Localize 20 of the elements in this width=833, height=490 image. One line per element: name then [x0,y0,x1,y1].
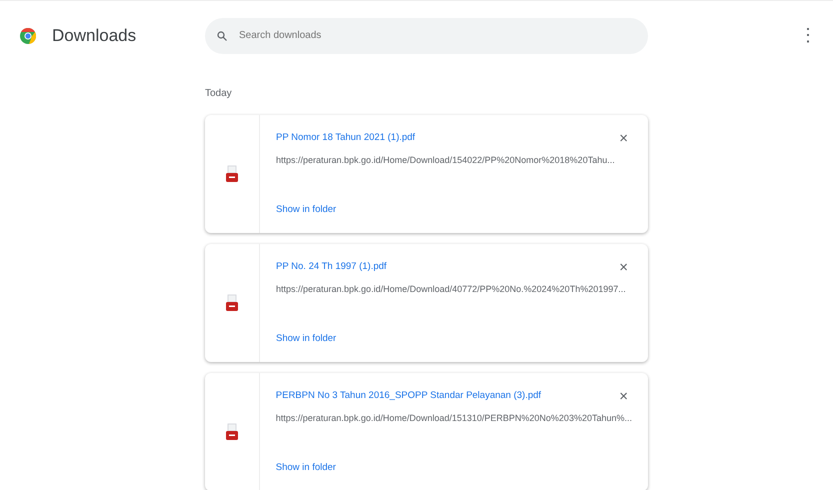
pdf-file-icon [225,294,239,312]
pdf-file-icon [225,165,239,183]
remove-button[interactable]: × [615,131,632,146]
pdf-file-icon [224,423,239,441]
show-in-folder-link[interactable]: Show in folder [276,332,336,344]
file-url: https://peraturan.bpk.go.id/Home/Download/151310/PERBPN%20No%203%20Tahun%... [276,412,632,425]
show-in-folder-link[interactable]: Show in folder [276,204,336,214]
file-name-link[interactable]: PP Nomor 18 Tahun 2021 (1).pdf [276,131,416,146]
show-in-folder-link[interactable]: Show in folder [276,462,336,472]
file-name-link[interactable]: PP No. 24 Th 1997 (1).pdf [276,260,387,274]
more-menu-button[interactable]: ⋮ [795,22,821,49]
search-field[interactable]: Search downloads [205,18,648,54]
remove-button[interactable]: × [615,389,632,404]
section-heading: Today [205,87,233,101]
page-title: Downloads [52,24,136,47]
file-name-link[interactable]: PERBPN No 3 Tahun 2016_SPOPP Standar Pelayanan (3).pdf [276,389,542,404]
remove-button[interactable]: × [615,260,632,275]
chrome-logo-icon [20,28,36,44]
file-url: https://peraturan.bpk.go.id/Home/Download/40772/PP%20No.%2024%20Th%201997... [276,283,627,296]
file-url: https://peraturan.bpk.go.id/Home/Download/154022/PP%20Nomor%2018%20Tahu... [276,154,616,167]
